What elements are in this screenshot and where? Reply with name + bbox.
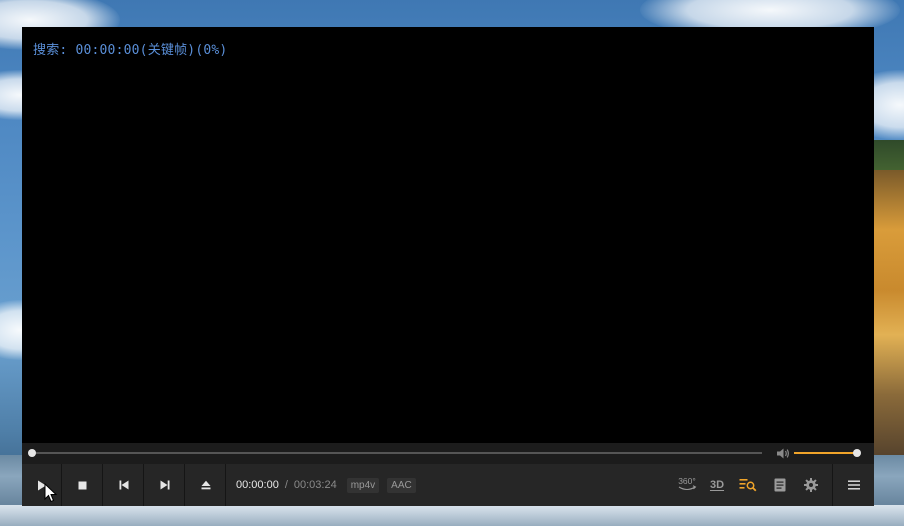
- stop-button[interactable]: [63, 464, 103, 506]
- osd-seek-message: 搜索: 00:00:00(关键帧)(0%): [33, 43, 228, 58]
- hamburger-menu-icon: [848, 480, 860, 490]
- vr360-label: 360°: [678, 476, 696, 486]
- total-time: 00:03:24: [293, 479, 337, 491]
- current-time: 00:00:00: [236, 479, 279, 491]
- eject-button[interactable]: [186, 464, 226, 506]
- seek-handle[interactable]: [28, 449, 36, 457]
- volume-track[interactable]: [794, 452, 858, 454]
- 3d-label: 3D: [709, 479, 725, 491]
- subtitle-icon: [774, 478, 786, 492]
- 3d-button[interactable]: 3D: [702, 464, 732, 506]
- playlist-search-icon: [739, 479, 757, 492]
- sea-foam: [0, 505, 904, 526]
- previous-button[interactable]: [104, 464, 144, 506]
- menu-separator: [832, 464, 833, 506]
- speaker-icon[interactable]: [776, 447, 790, 460]
- playlist-search-button[interactable]: [733, 464, 763, 506]
- gear-icon: [804, 478, 818, 492]
- volume-fill: [794, 452, 858, 454]
- previous-icon: [119, 480, 128, 490]
- time-separator: /: [284, 479, 288, 491]
- video-area[interactable]: 搜索: 00:00:00(关键帧)(0%): [22, 27, 874, 443]
- main-menu-button[interactable]: [839, 464, 869, 506]
- vr360-button[interactable]: 360°: [672, 464, 702, 506]
- cliff: [870, 170, 904, 470]
- mouse-cursor-icon: [44, 483, 58, 503]
- time-display: 00:00:00 / 00:03:24 mp4v AAC: [236, 464, 416, 506]
- vr360-icon: 360°: [678, 476, 697, 491]
- volume-handle[interactable]: [853, 449, 861, 457]
- next-icon: [160, 480, 169, 490]
- seekbar-row: [22, 443, 874, 464]
- media-player-window: 搜索: 00:00:00(关键帧)(0%) 00:00:00 / 00:03:2…: [22, 27, 874, 506]
- next-button[interactable]: [145, 464, 185, 506]
- settings-button[interactable]: [796, 464, 826, 506]
- eject-icon: [201, 480, 210, 490]
- stop-icon: [78, 481, 87, 489]
- audio-codec-badge[interactable]: AAC: [387, 477, 416, 493]
- subtitle-button[interactable]: [765, 464, 795, 506]
- seek-track[interactable]: [32, 452, 762, 454]
- control-bar: 00:00:00 / 00:03:24 mp4v AAC 360° 3D: [22, 464, 874, 506]
- video-codec-badge[interactable]: mp4v: [346, 477, 380, 493]
